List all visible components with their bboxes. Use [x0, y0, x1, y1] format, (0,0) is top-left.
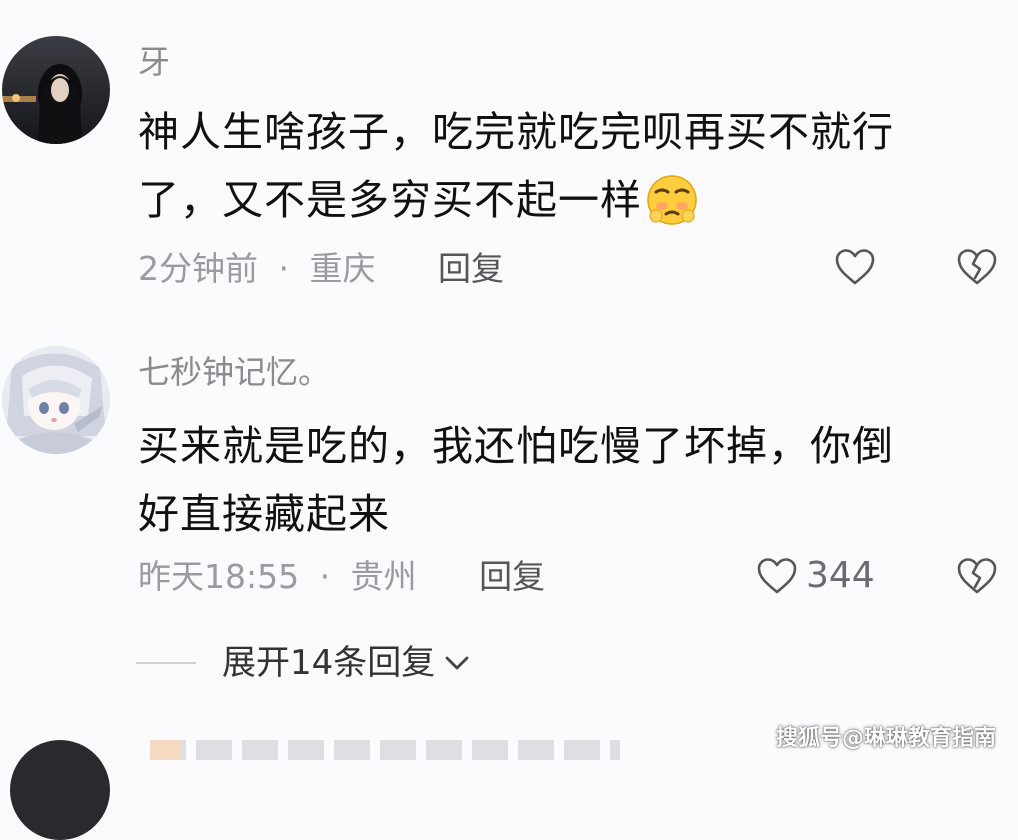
avatar[interactable]	[2, 36, 110, 144]
comment-text-line: 买来就是吃的，我还怕吃慢了坏掉，你倒	[138, 422, 894, 470]
comment-text-line: 了，又不是多穷买不起一样	[138, 176, 642, 224]
comment-text: 买来就是吃的，我还怕吃慢了坏掉，你倒 好直接藏起来	[138, 412, 968, 548]
avatar-image	[2, 36, 110, 144]
avatar-image	[2, 346, 110, 454]
like-count: 344	[806, 555, 875, 596]
avatar[interactable]	[10, 740, 110, 840]
dislike-button[interactable]	[956, 248, 998, 290]
reply-button[interactable]: 回复	[438, 249, 504, 288]
username[interactable]: 七秒钟记忆。	[138, 356, 330, 388]
like-button[interactable]: 344	[756, 557, 875, 595]
meta-separator: ·	[278, 249, 290, 288]
comment-meta: 2分钟前 · 重庆 回复	[138, 252, 504, 285]
comment-text-line: 好直接藏起来	[138, 490, 390, 538]
comment-text-line-wrap: 了，又不是多穷买不起一样	[138, 166, 968, 234]
comment-text: 神人生啥孩子，吃完就吃完呗再买不就行 了，又不是多穷买不起一样	[138, 98, 968, 234]
divider	[136, 662, 196, 664]
comment-time: 昨天18:55	[138, 557, 300, 596]
reply-button[interactable]: 回复	[479, 557, 545, 596]
avatar[interactable]	[2, 346, 110, 454]
username[interactable]: 牙	[138, 46, 170, 78]
comment-text-line: 神人生啥孩子，吃完就吃完呗再买不就行	[138, 108, 894, 156]
broken-heart-icon	[957, 558, 997, 594]
smirk-face-icon	[644, 172, 700, 228]
expand-replies-button[interactable]: 展开14条回复	[136, 646, 471, 680]
heart-icon	[757, 558, 797, 594]
comment-meta: 昨天18:55 · 贵州 回复	[138, 560, 545, 593]
meta-separator: ·	[319, 557, 331, 596]
chevron-down-icon	[445, 656, 469, 670]
dislike-button[interactable]	[956, 557, 998, 599]
heart-icon	[835, 249, 875, 285]
comment-time: 2分钟前	[138, 249, 258, 288]
comment-text-partial	[150, 740, 620, 760]
expand-replies-label: 展开14条回复	[222, 643, 436, 683]
like-button[interactable]	[834, 248, 884, 286]
broken-heart-icon	[957, 249, 997, 285]
watermark: 搜狐号@琳琳教育指南	[775, 726, 996, 751]
comment-location: 重庆	[309, 249, 376, 288]
comment-location: 贵州	[350, 557, 417, 596]
